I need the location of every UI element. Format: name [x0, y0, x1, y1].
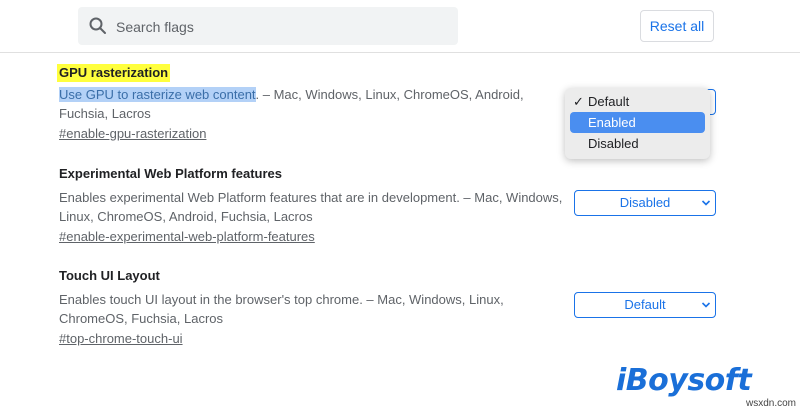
iboysoft-logo: iBoysoft: [616, 363, 752, 398]
dropdown-option-enabled[interactable]: Enabled: [570, 112, 705, 133]
flags-header: Reset all: [0, 0, 800, 53]
flag-experimental-web-platform: Experimental Web Platform features Enabl…: [59, 165, 569, 246]
gpu-rasterization-dropdown-menu: ✓ Default Enabled Disabled: [565, 88, 710, 159]
dropdown-option-disabled[interactable]: Disabled: [570, 133, 705, 154]
select-value: Disabled: [619, 195, 671, 210]
selected-text: Use GPU to rasterize web content: [59, 87, 256, 102]
reset-all-button[interactable]: Reset all: [640, 10, 714, 42]
search-input[interactable]: [114, 7, 448, 47]
flag-description: Use GPU to rasterize web content. – Mac,…: [59, 85, 569, 123]
search-icon: [89, 17, 106, 34]
touch-ui-layout-select[interactable]: Default: [574, 292, 716, 318]
flag-link[interactable]: #top-chrome-touch-ui: [59, 329, 183, 348]
site-watermark: wsxdn.com: [746, 398, 797, 409]
chevron-down-icon: [701, 302, 711, 308]
chevron-down-icon: [701, 200, 711, 206]
option-label: Default: [588, 94, 630, 109]
flag-title: GPU rasterization: [57, 64, 171, 82]
flag-description: Enables experimental Web Platform featur…: [59, 190, 563, 224]
experimental-web-platform-select[interactable]: Disabled: [574, 190, 716, 216]
select-value: Default: [624, 297, 666, 312]
flag-link[interactable]: #enable-experimental-web-platform-featur…: [59, 227, 315, 246]
dropdown-option-default[interactable]: ✓ Default: [570, 91, 705, 112]
flag-touch-ui-layout: Touch UI Layout Enables touch UI layout …: [59, 267, 569, 348]
flag-gpu-rasterization: GPU rasterization Use GPU to rasterize w…: [57, 64, 569, 143]
flag-description: Enables touch UI layout in the browser's…: [59, 292, 504, 326]
flag-title: Experimental Web Platform features: [59, 166, 282, 181]
option-label: Disabled: [588, 136, 639, 151]
flag-title: Touch UI Layout: [59, 268, 160, 283]
flag-link[interactable]: #enable-gpu-rasterization: [59, 124, 206, 143]
option-label: Enabled: [588, 115, 636, 130]
checkmark-icon: ✓: [573, 94, 584, 109]
search-box[interactable]: [78, 7, 458, 47]
